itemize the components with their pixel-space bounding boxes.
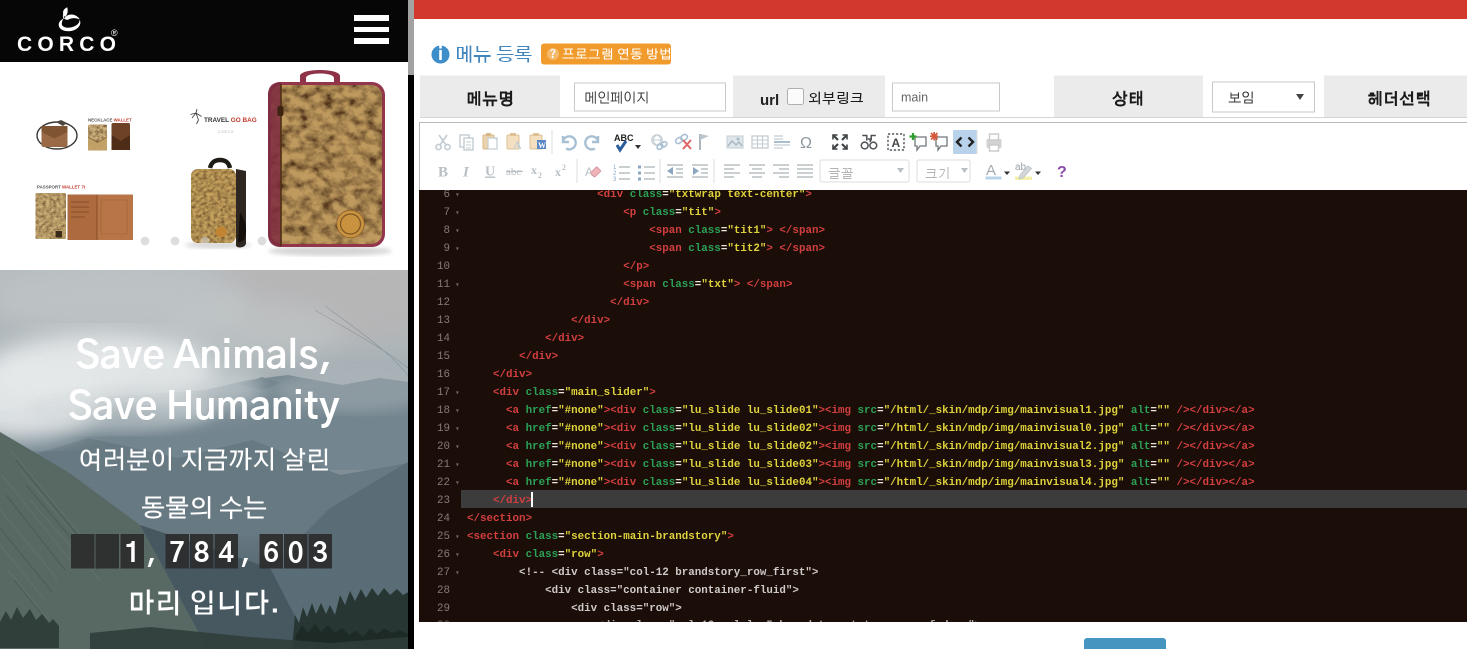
svg-text:3: 3 (613, 177, 617, 183)
svg-text:A: A (892, 136, 901, 150)
svg-text:2: 2 (538, 171, 542, 180)
svg-text:B: B (438, 165, 448, 181)
svg-text:Ω: Ω (800, 135, 812, 152)
svg-text:main: main (901, 91, 928, 105)
svg-text:C O R C O: C O R C O (218, 130, 234, 134)
svg-text:TRAVEL GO BAG: TRAVEL GO BAG (204, 117, 257, 124)
svg-text:x: x (531, 163, 537, 177)
svg-text:PASSPORT WALLET 7t: PASSPORT WALLET 7t (37, 185, 86, 190)
svg-text:W: W (538, 141, 546, 150)
svg-text:U: U (485, 165, 495, 180)
svg-text:NECKLACE WALLET: NECKLACE WALLET (88, 118, 132, 123)
svg-text:A: A (986, 162, 996, 179)
svg-text:2: 2 (562, 163, 566, 172)
svg-text:I: I (462, 165, 470, 181)
svg-text:A: A (513, 138, 522, 152)
svg-text:url: url (760, 92, 779, 109)
svg-text:x: x (555, 165, 561, 179)
svg-text:?: ? (1057, 164, 1067, 181)
